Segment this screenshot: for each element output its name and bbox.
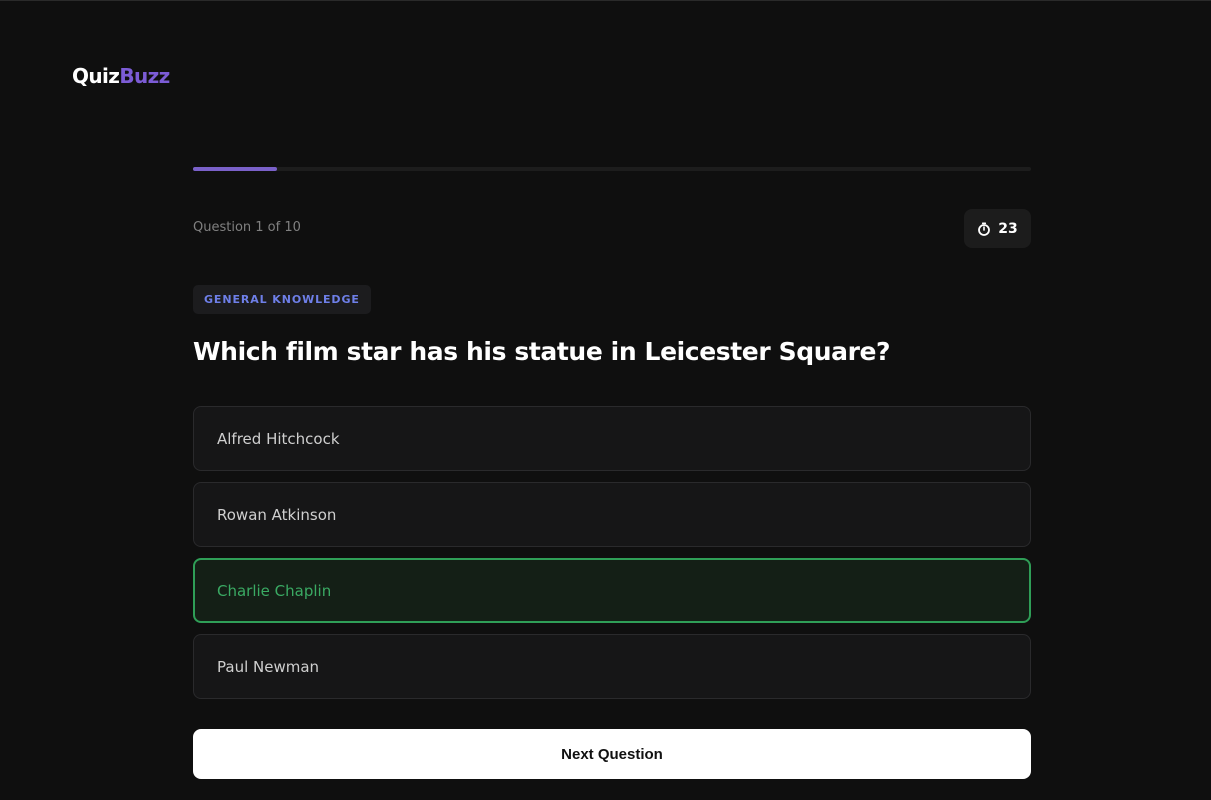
progress-bar (193, 167, 1031, 171)
category-badge: GENERAL KNOWLEDGE (193, 285, 371, 314)
timer-value: 23 (998, 220, 1018, 237)
progress-bar-fill (193, 167, 277, 171)
logo-text-buzz: Buzz (119, 64, 170, 88)
next-question-button[interactable]: Next Question (193, 729, 1031, 779)
quiz-screen: QuizBuzz Question 1 of 10 23 GENERAL KNO… (0, 0, 1211, 800)
answer-option-2[interactable]: Rowan Atkinson (193, 482, 1031, 547)
question-text: Which film star has his statue in Leices… (193, 337, 891, 366)
stopwatch-icon (978, 222, 991, 236)
timer-badge: 23 (964, 209, 1031, 248)
answer-options: Alfred Hitchcock Rowan Atkinson Charlie … (193, 406, 1031, 710)
question-counter: Question 1 of 10 (193, 220, 301, 235)
answer-option-1[interactable]: Alfred Hitchcock (193, 406, 1031, 471)
answer-option-4[interactable]: Paul Newman (193, 634, 1031, 699)
logo-text-quiz: Quiz (72, 64, 120, 88)
answer-option-3[interactable]: Charlie Chaplin (193, 558, 1031, 623)
quizbuzz-logo: QuizBuzz (72, 64, 170, 88)
